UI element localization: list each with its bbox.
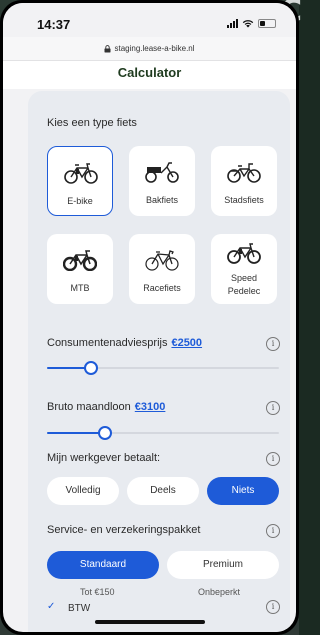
tile-label-speed: Speed <box>230 273 258 283</box>
battery-icon <box>258 19 276 28</box>
page-title: Calculator <box>117 65 182 80</box>
price-info-icon[interactable]: i <box>266 337 280 351</box>
salary-slider-thumb[interactable] <box>98 426 112 440</box>
tile-speed-pedelec[interactable]: Speed Pedelec <box>211 234 277 304</box>
city-bike-icon <box>227 163 261 183</box>
race-bike-icon <box>145 250 179 271</box>
tile-label-mtb: MTB <box>70 283 90 293</box>
vat-label: BTW <box>68 603 91 614</box>
lock-icon <box>104 44 111 52</box>
wifi-icon <box>242 20 254 28</box>
status-bar: 14:37 <box>3 3 296 39</box>
tile-mtb[interactable]: MTB <box>47 234 113 304</box>
tile-label-racefiets: Racefiets <box>143 283 181 293</box>
page-header: Calculator <box>3 61 296 89</box>
tile-label-pedelec: Pedelec <box>227 286 261 296</box>
home-indicator <box>94 620 205 624</box>
tile-label-stadsfiets: Stadsfiets <box>224 195 264 205</box>
salary-label-text: Bruto maandloon <box>47 401 131 413</box>
tile-label-e-bike: E-bike <box>67 196 93 206</box>
package-label: Service- en verzekeringspakket <box>47 524 201 536</box>
bike-type-label: Kies een type fiets <box>47 117 137 129</box>
package-note-premium: Onbeperkt <box>198 587 241 597</box>
vat-info-icon[interactable]: i <box>266 600 280 614</box>
price-slider-thumb[interactable] <box>84 361 99 375</box>
signal-icon <box>227 19 238 28</box>
employer-option-niets[interactable]: Niets <box>207 477 279 505</box>
package-option-premium[interactable]: Premium <box>167 551 279 579</box>
vat-check-icon[interactable]: ✓ <box>47 601 55 612</box>
calculator-card: Kies een type fiets E-bike Bakfiets Stad… <box>28 91 290 632</box>
employer-option-deels[interactable]: Deels <box>127 477 199 505</box>
salary-value[interactable]: €3100 <box>135 401 166 413</box>
mtb-icon <box>63 250 97 271</box>
salary-label: Bruto maandloon €3100 <box>47 401 165 413</box>
url-bar[interactable]: staging.lease-a-bike.nl <box>3 37 296 61</box>
package-option-standaard[interactable]: Standaard <box>47 551 159 579</box>
cargo-bike-icon <box>145 162 179 183</box>
status-time: 14:37 <box>37 17 71 32</box>
employer-info-icon[interactable]: i <box>266 452 280 466</box>
tile-bakfiets[interactable]: Bakfiets <box>129 146 195 216</box>
tile-label-bakfiets: Bakfiets <box>145 195 178 205</box>
url-text: staging.lease-a-bike.nl <box>114 44 195 53</box>
salary-info-icon[interactable]: i <box>266 401 280 415</box>
package-note-standaard: Tot €150 <box>80 587 115 597</box>
price-value[interactable]: €2500 <box>171 337 202 349</box>
price-label-text: Consumentenadviesprijs <box>47 337 168 349</box>
phone-screen: 14:37 staging.lease-a-bike.nl Calculator… <box>3 3 296 632</box>
price-label: Consumentenadviesprijs €2500 <box>47 337 202 349</box>
employer-option-volledig[interactable]: Volledig <box>47 477 119 505</box>
salary-slider-fill <box>47 432 105 434</box>
tile-stadsfiets[interactable]: Stadsfiets <box>211 146 277 216</box>
system-icons <box>227 19 276 28</box>
speed-pedelec-icon <box>227 243 261 264</box>
phone-frame: 14:37 staging.lease-a-bike.nl Calculator… <box>0 0 299 635</box>
tile-racefiets[interactable]: Racefiets <box>129 234 195 304</box>
package-info-icon[interactable]: i <box>266 524 280 538</box>
e-bike-icon <box>64 163 98 184</box>
employer-label: Mijn werkgever betaalt: <box>47 452 161 464</box>
tile-e-bike[interactable]: E-bike <box>47 146 113 216</box>
